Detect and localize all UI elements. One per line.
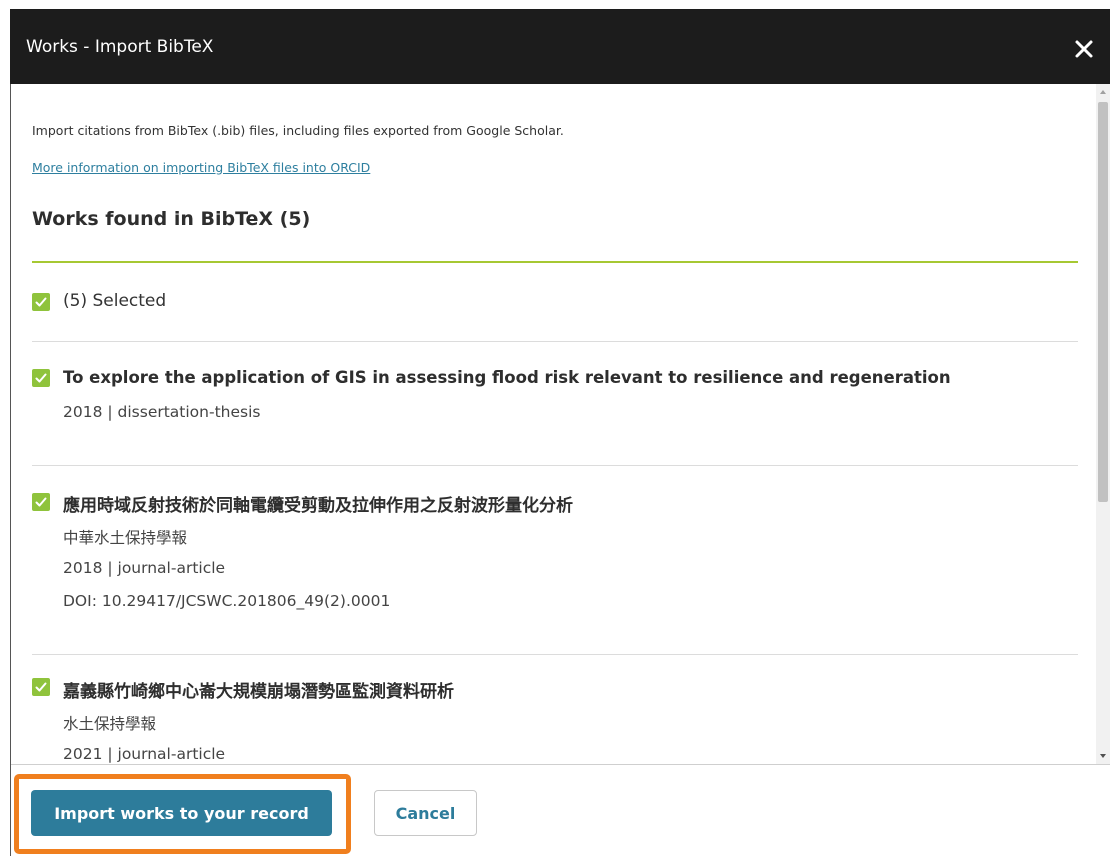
work-meta: 2021 | journal-article [63,745,226,763]
dialog-title: Works - Import BibTeX [26,37,214,57]
import-bibtex-dialog: Works - Import BibTeX Import citations f… [0,0,1110,856]
work-checkbox[interactable] [32,369,50,387]
work-title: 嘉義縣竹崎鄉中心崙大規模崩塌潛勢區監測資料研析 [63,682,454,702]
intro-text: Import citations from BibTex (.bib) file… [32,123,564,138]
work-title: To explore the application of GIS in ass… [63,368,951,387]
close-button[interactable] [1066,31,1102,67]
scrollbar-thumb[interactable] [1098,102,1108,502]
work-meta: 2018 | journal-article [63,559,226,577]
work-meta: 2018 | dissertation-thesis [63,403,261,421]
select-all-checkbox[interactable] [32,293,50,311]
select-all-label: (5) Selected [63,291,167,311]
close-icon [1075,40,1093,58]
checkmark-icon [35,297,47,307]
more-info-link[interactable]: More information on importing BibTeX fil… [32,160,370,175]
checkmark-icon [35,373,47,383]
checkmark-icon [35,497,47,507]
work-checkbox[interactable] [32,678,50,696]
works-found-heading: Works found in BibTeX (5) [32,208,311,230]
cancel-button[interactable]: Cancel [374,790,477,836]
dialog-content[interactable]: Import citations from BibTex (.bib) file… [11,84,1096,764]
work-checkbox[interactable] [32,493,50,511]
section-divider [32,261,1078,263]
dialog-footer: Import works to your record Cancel [11,764,1110,856]
list-divider [32,341,1078,342]
dialog-header: Works - Import BibTeX [10,9,1110,84]
import-works-button[interactable]: Import works to your record [31,790,332,836]
list-divider [32,465,1078,466]
work-doi: DOI: 10.29417/JCSWC.201806_49(2).0001 [63,592,391,610]
work-journal: 中華水土保持學報 [63,529,188,547]
checkmark-icon [35,682,47,692]
work-title: 應用時域反射技術於同軸電纜受剪動及拉伸作用之反射波形量化分析 [63,496,573,516]
scroll-up-arrow-icon[interactable] [1096,86,1110,98]
work-journal: 水土保持學報 [63,715,157,733]
scroll-down-arrow-icon[interactable] [1096,750,1110,762]
content-scrollbar[interactable] [1096,84,1110,764]
list-divider [32,654,1078,655]
